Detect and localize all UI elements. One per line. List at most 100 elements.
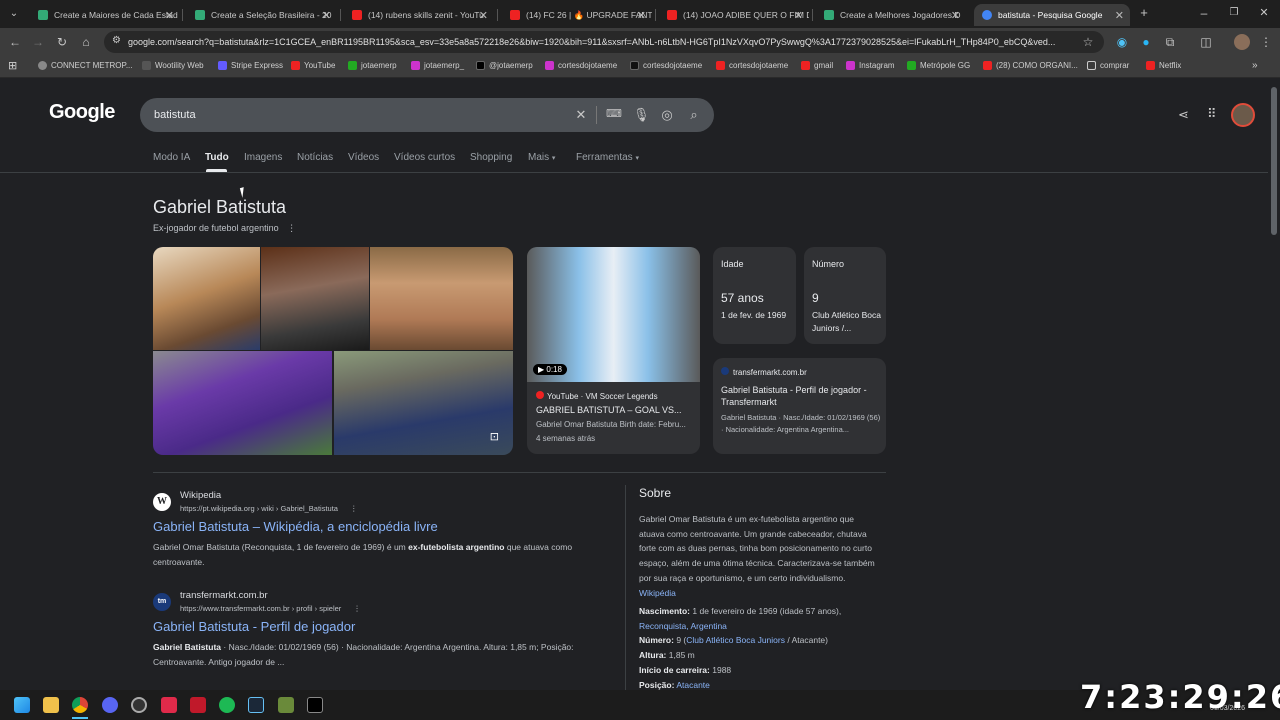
discord-icon[interactable]	[102, 697, 118, 713]
tab-modo-ia[interactable]: Modo IA	[153, 152, 190, 163]
image-tile-2[interactable]	[261, 247, 369, 350]
bookmark-item[interactable]: Wootility Web	[142, 61, 204, 70]
file-explorer-icon[interactable]	[43, 697, 59, 713]
bookmark-item[interactable]: Netflix	[1146, 61, 1181, 70]
image-tile-4[interactable]	[153, 351, 332, 455]
bookmark-item[interactable]: gmail	[801, 61, 833, 70]
extension-icon-1[interactable]: ◉	[1114, 34, 1130, 50]
address-bar[interactable]: ⚙ google.com/search?q=batistuta&rlz=1C1G…	[104, 31, 1104, 53]
apps-grid-icon[interactable]: ⠿	[1207, 106, 1217, 122]
close-icon[interactable]: ✕	[1115, 9, 1124, 22]
reload-icon[interactable]: ↻	[54, 34, 70, 50]
close-icon[interactable]: ✕	[322, 9, 331, 22]
image-search-icon[interactable]: ⊡	[490, 430, 499, 443]
bookmark-item[interactable]: jotaemerp_	[411, 61, 464, 70]
image-tile-5[interactable]: ⊡	[334, 351, 513, 455]
scrollbar-thumb[interactable]	[1271, 87, 1277, 235]
age-card[interactable]: Idade 57 anos 1 de fev. de 1969	[713, 247, 796, 344]
number-card[interactable]: Número 9 Club Atlético Boca Juniors /...	[804, 247, 886, 344]
result-title-link[interactable]: Gabriel Batistuta - Perfil de jogador	[153, 619, 355, 634]
more-options-icon[interactable]: ⋮	[287, 223, 296, 233]
app-icon-green[interactable]	[278, 697, 294, 713]
close-icon[interactable]: ✕	[637, 9, 646, 22]
bookmark-item[interactable]: jotaemerp	[348, 61, 397, 70]
spotify-icon[interactable]	[219, 697, 235, 713]
birthplace-link[interactable]: Reconquista, Argentina	[639, 621, 727, 631]
bookmark-item[interactable]: cortesdojotaeme	[630, 61, 702, 70]
more-bookmarks-icon[interactable]: »	[1252, 60, 1258, 71]
bookmark-star-icon[interactable]: ☆	[1080, 34, 1096, 50]
search-input[interactable]: batistuta	[154, 109, 196, 121]
tab-videos[interactable]: Vídeos	[348, 152, 379, 163]
home-icon[interactable]: ⌂	[78, 34, 94, 50]
bookmark-item[interactable]: cortesdojotaeme	[545, 61, 617, 70]
image-tile-1[interactable]	[153, 247, 260, 350]
minimize-icon[interactable]: –	[1196, 5, 1212, 21]
tab-noticias[interactable]: Notícias	[297, 152, 333, 163]
tab-6[interactable]: Create a Melhores Jogadores D ✕	[816, 4, 966, 26]
video-title[interactable]: GABRIEL BATISTUTA – GOAL VS...	[536, 405, 682, 415]
bookmark-folder[interactable]: comprar	[1087, 61, 1129, 70]
mic-icon[interactable]: 🎙	[633, 107, 650, 123]
video-card[interactable]: ▶ 0:18 YouTube · VM Soccer Legends GABRI…	[527, 247, 700, 454]
bookmark-item[interactable]: Metrópole GG	[907, 61, 970, 70]
tm-title[interactable]: Gabriel Batistuta - Perfil de jogador - …	[721, 384, 881, 408]
lens-icon[interactable]: ◎	[659, 107, 675, 123]
extensions-puzzle-icon[interactable]: ⧉	[1162, 34, 1178, 50]
tab-2[interactable]: Create a Seleção Brasileira - 20 ✕	[187, 4, 337, 26]
bookmark-item[interactable]: @jotaemerp	[476, 61, 533, 70]
restore-icon[interactable]: ❐	[1226, 5, 1242, 21]
site-info-icon[interactable]: ⚙	[112, 35, 121, 46]
extension-icon-2[interactable]: ●	[1138, 34, 1154, 50]
menu-kebab-icon[interactable]: ⋮	[1258, 34, 1274, 50]
image-tile-3[interactable]	[370, 247, 513, 350]
more-options-icon[interactable]: ⋮	[350, 504, 358, 513]
profile-switch-icon[interactable]: ◫	[1198, 34, 1214, 50]
wikipedia-link[interactable]: Wikipédia	[639, 588, 676, 598]
keyboard-icon[interactable]: ⌨	[606, 107, 622, 120]
tab-search-icon[interactable]: ⌄	[6, 6, 22, 22]
tab-1[interactable]: Create a Maiores de Cada Estad ✕	[30, 4, 180, 26]
google-logo[interactable]: Google	[49, 101, 115, 124]
steam-circle-icon[interactable]	[131, 697, 147, 713]
tab-3[interactable]: (14) rubens skills zenit - YouTu ✕	[344, 4, 494, 26]
close-icon[interactable]: ✕	[794, 9, 803, 22]
close-window-icon[interactable]: ✕	[1256, 5, 1272, 21]
transfermarkt-card[interactable]: transfermarkt.com.br Gabriel Batistuta -…	[713, 358, 886, 454]
tab-5[interactable]: (14) JOAO ADIBE QUER O FIM D ✕	[659, 4, 809, 26]
bookmark-item[interactable]: CONNECT METROP...	[38, 61, 133, 70]
profile-avatar[interactable]	[1234, 34, 1250, 50]
bookmark-item[interactable]: (28) COMO ORGANI...	[983, 61, 1078, 70]
search-box[interactable]: batistuta ✕ ⌨ 🎙 ◎ ⌕	[140, 98, 714, 132]
close-icon[interactable]: ✕	[479, 9, 488, 22]
app-icon-red[interactable]	[161, 697, 177, 713]
app-icon-darkred[interactable]	[190, 697, 206, 713]
tab-shopping[interactable]: Shopping	[470, 152, 512, 163]
tab-4[interactable]: (14) FC 26 | 🔥 UPGRADE FANT ✕	[502, 4, 652, 26]
steam-icon[interactable]	[248, 697, 264, 713]
bookmark-item[interactable]: Stripe Express	[218, 61, 283, 70]
tab-mais[interactable]: Mais ▾	[528, 152, 555, 163]
bookmark-item[interactable]: cortesdojotaeme	[716, 61, 788, 70]
app-icon-black[interactable]	[307, 697, 323, 713]
tab-ferramentas[interactable]: Ferramentas ▾	[576, 152, 639, 163]
close-icon[interactable]: ✕	[165, 9, 174, 22]
back-icon[interactable]: ←	[7, 34, 23, 50]
tab-videos-curtos[interactable]: Vídeos curtos	[394, 152, 455, 163]
tab-imagens[interactable]: Imagens	[244, 152, 282, 163]
tab-tudo[interactable]: Tudo	[205, 152, 229, 163]
bookmark-item[interactable]: YouTube	[291, 61, 335, 70]
apps-icon[interactable]: ⊞	[8, 59, 17, 72]
forward-icon[interactable]: →	[30, 34, 46, 50]
close-icon[interactable]: ✕	[951, 9, 960, 22]
club-link[interactable]: Club Atlético Boca Juniors	[686, 635, 785, 645]
account-avatar[interactable]	[1231, 103, 1255, 127]
result-title-link[interactable]: Gabriel Batistuta – Wikipédia, a enciclo…	[153, 519, 438, 534]
share-icon[interactable]: ⋖	[1178, 107, 1189, 123]
more-options-icon[interactable]: ⋮	[353, 604, 361, 613]
chrome-icon[interactable]	[72, 697, 88, 713]
search-icon[interactable]: ⌕	[686, 107, 702, 123]
new-tab-icon[interactable]: +	[1136, 5, 1152, 21]
windows-start-icon[interactable]	[14, 697, 30, 713]
tab-active[interactable]: batistuta - Pesquisa Google ✕	[974, 4, 1130, 26]
